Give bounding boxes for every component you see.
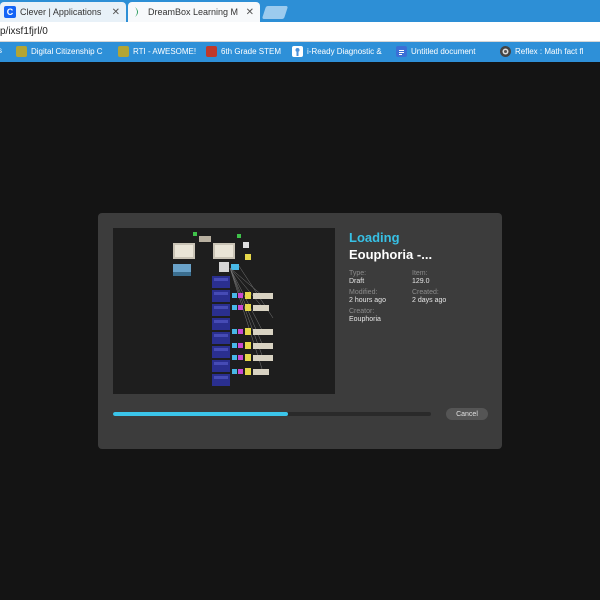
browser-tab-strip: C Clever | Applications ✕ DreamBox Learn… — [0, 0, 600, 22]
cancel-button[interactable]: Cancel — [446, 408, 488, 420]
project-title: Eouphoria -... — [349, 247, 433, 262]
classroom-icon — [16, 46, 27, 57]
creator-label: Creator: — [349, 308, 375, 315]
bookmark-label: Digital Citizenship C — [31, 47, 103, 56]
bookmark-item[interactable]: Digital Citizenship C — [16, 46, 103, 57]
url-text[interactable]: p/ixsf1fjrl/0 — [0, 26, 48, 37]
bookmark-label: i-Ready Diagnostic & — [307, 47, 382, 56]
loading-status: Loading — [349, 230, 400, 245]
bookmark-label: RTI - AWESOME! — [133, 47, 197, 56]
bookmark-item[interactable]: Reflex : Math fact fl — [500, 46, 583, 57]
project-meta: Type: Item: Draft 129.0 Modified: Create… — [349, 270, 494, 326]
progress-fill — [113, 412, 288, 416]
loading-dialog: Loading Eouphoria -... Type: Item: Draft… — [98, 213, 502, 449]
close-icon[interactable]: ✕ — [112, 7, 120, 18]
loading-progress-bar — [113, 412, 431, 416]
bookmark-label: Untitled document — [411, 47, 476, 56]
bookmark-label: Reflex : Math fact fl — [515, 47, 584, 56]
project-info: Loading Eouphoria -... Type: Item: Draft… — [349, 230, 494, 326]
bookmarks-bar: s Digital Citizenship C RTI - AWESOME! 6… — [0, 42, 600, 62]
item-value: 129.0 — [412, 278, 430, 285]
creator-value: Eouphoria — [349, 316, 381, 323]
dreambox-favicon-icon — [132, 6, 144, 18]
doc-icon — [396, 46, 407, 57]
bookmark-label: s — [0, 46, 2, 55]
classroom-icon — [118, 46, 129, 57]
type-label: Type: — [349, 270, 367, 277]
iready-icon — [292, 46, 303, 57]
preview-graphic — [173, 232, 274, 386]
tab-title: DreamBox Learning M — [148, 7, 239, 17]
bookmark-item[interactable]: 6th Grade STEM — [206, 46, 281, 57]
project-preview-thumbnail — [113, 228, 335, 394]
tab-clever[interactable]: C Clever | Applications ✕ — [0, 2, 126, 22]
tab-dreambox[interactable]: DreamBox Learning M ✕ — [128, 2, 260, 22]
item-label: Item: — [412, 270, 428, 277]
created-value: 2 days ago — [412, 297, 447, 304]
new-tab-button[interactable] — [261, 6, 289, 19]
bookmark-item[interactable]: s — [0, 46, 2, 55]
bookmark-label: 6th Grade STEM — [221, 47, 282, 56]
bookmark-item[interactable]: RTI - AWESOME! — [118, 46, 196, 57]
reflex-icon — [500, 46, 511, 57]
modified-label: Modified: — [349, 289, 378, 296]
bookmark-item[interactable]: i-Ready Diagnostic & — [292, 46, 382, 57]
type-value: Draft — [349, 278, 365, 285]
close-icon[interactable]: ✕ — [246, 7, 254, 18]
modified-value: 2 hours ago — [349, 297, 386, 304]
clever-favicon-icon: C — [4, 6, 16, 18]
bookmark-item[interactable]: Untitled document — [396, 46, 475, 57]
address-bar[interactable]: p/ixsf1fjrl/0 — [0, 22, 600, 42]
tab-title: Clever | Applications — [20, 7, 102, 17]
created-label: Created: — [412, 289, 439, 296]
stem-icon — [206, 46, 217, 57]
